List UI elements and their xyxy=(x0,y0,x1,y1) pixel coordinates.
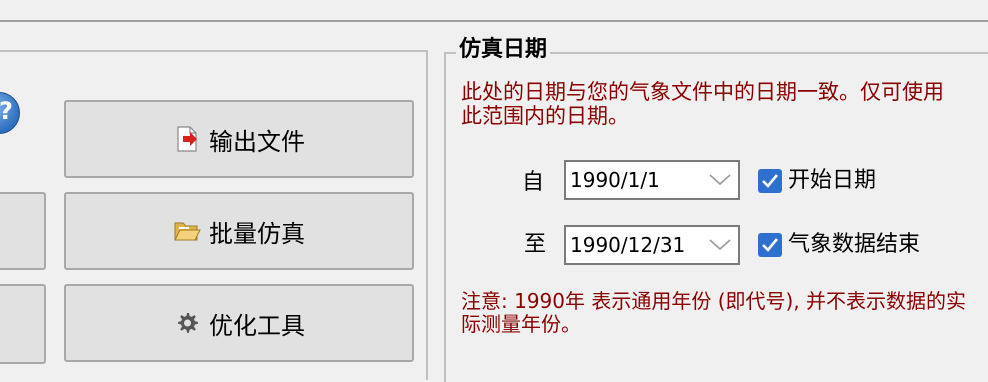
chevron-down-icon[interactable] xyxy=(702,162,738,198)
start-date-checkbox[interactable] xyxy=(758,169,782,193)
partial-button-left-1[interactable] xyxy=(0,192,46,270)
start-date-picker[interactable]: 1990/1/1 xyxy=(564,160,740,200)
folder-open-icon xyxy=(173,217,201,245)
optimization-tool-button[interactable]: 优化工具 xyxy=(64,284,414,362)
gear-icon xyxy=(173,309,201,337)
batch-simulation-label: 批量仿真 xyxy=(209,219,305,248)
from-label: 自 xyxy=(522,170,545,195)
start-date-value: 1990/1/1 xyxy=(570,168,660,192)
top-divider xyxy=(0,20,988,22)
end-date-value: 1990/12/31 xyxy=(570,233,686,257)
export-file-label: 输出文件 xyxy=(209,127,305,156)
to-label: 至 xyxy=(524,232,547,257)
start-date-check-label: 开始日期 xyxy=(788,168,877,193)
export-file-icon xyxy=(173,125,201,153)
chevron-down-icon[interactable] xyxy=(702,227,738,263)
batch-simulation-button[interactable]: 批量仿真 xyxy=(64,192,414,270)
weather-end-checkbox[interactable] xyxy=(758,233,782,257)
date-description: 此处的日期与您的气象文件中的日期一致。仅可使用此范围内的日期。 xyxy=(461,80,944,128)
group-title: 仿真日期 xyxy=(456,36,551,64)
partial-button-left-2[interactable] xyxy=(0,284,46,364)
optimization-tool-label: 优化工具 xyxy=(209,311,305,340)
weather-end-check-label: 气象数据结束 xyxy=(788,232,921,257)
year-note: 注意: 1990年 表示通用年份 (即代号), 并不表示数据的实际测量年份。 xyxy=(461,289,967,336)
end-date-picker[interactable]: 1990/12/31 xyxy=(564,225,740,265)
export-file-button[interactable]: 输出文件 xyxy=(64,100,414,178)
